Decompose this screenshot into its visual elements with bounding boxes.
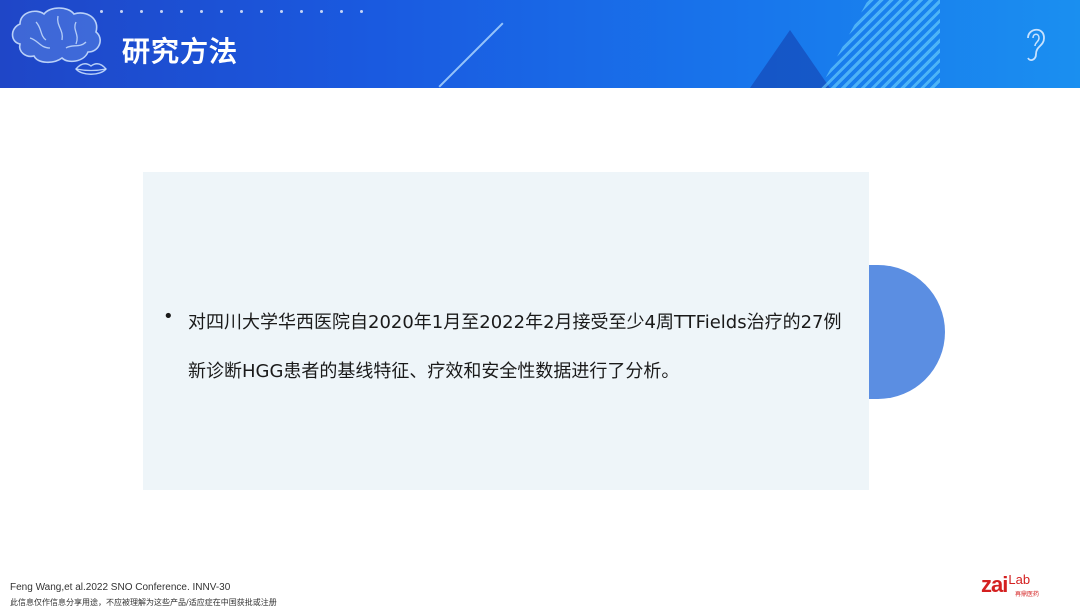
reference-citation: Feng Wang,et al.2022 SNO Conference. INN… <box>10 582 231 593</box>
logo-subtitle: 再鼎医药 <box>1015 592 1040 598</box>
lips-icon <box>75 63 107 75</box>
header-dots-decoration <box>100 10 400 30</box>
bullet-marker: • <box>163 306 174 327</box>
ear-icon <box>1027 28 1045 61</box>
zai-lab-logo: zaiLab 再鼎医药 <box>981 572 1039 598</box>
header-triangle-decoration <box>750 30 830 88</box>
bullet-text: 对四川大学华西医院自2020年1月至2022年2月接受至少4周TTFields治… <box>188 312 842 382</box>
brain-icon <box>11 7 101 64</box>
logo-zai: zai <box>981 572 1008 597</box>
header-stripe-pattern <box>820 0 940 88</box>
logo-lab: Lab <box>1008 572 1031 587</box>
page-title: 研究方法 <box>122 35 239 68</box>
disclaimer-text: 此信息仅作信息分享用途，不应被理解为这些产品/适应症在中国获批或注册 <box>10 598 277 607</box>
header-diagonal-line <box>438 22 504 88</box>
header-banner: 研究方法 <box>0 0 1080 88</box>
half-circle-decoration <box>869 265 945 399</box>
